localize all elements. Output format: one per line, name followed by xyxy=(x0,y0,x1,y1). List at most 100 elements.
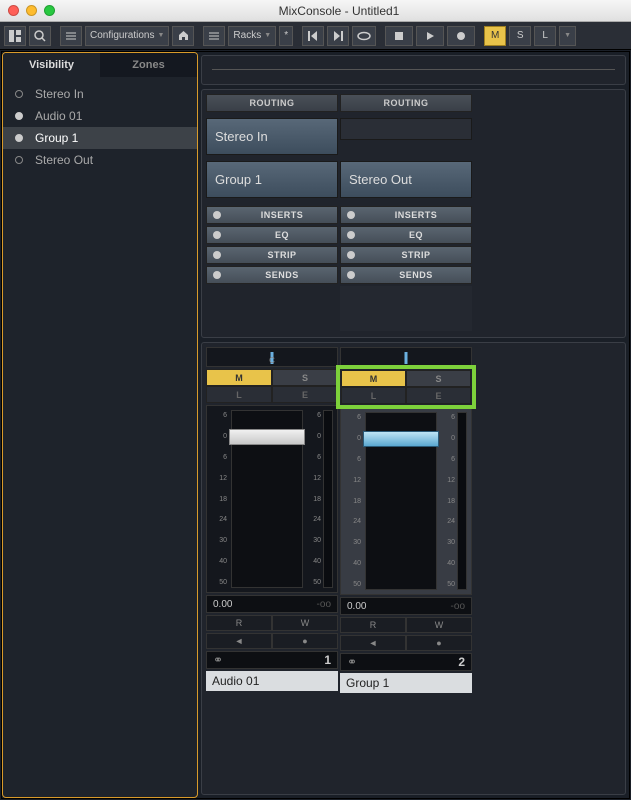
pan-control[interactable] xyxy=(340,347,472,367)
link-row[interactable]: ⚭1 xyxy=(206,651,338,669)
bypass-icon[interactable] xyxy=(213,211,221,219)
home-button[interactable] xyxy=(172,26,194,46)
meter-scale: 606121824304050 xyxy=(439,412,457,590)
routing-output[interactable]: Group 1 xyxy=(206,161,338,198)
toolbar: Configurations▼ Racks▼ * M S L ▼ xyxy=(0,22,631,50)
link-row[interactable]: ⚭2 xyxy=(340,653,472,671)
list-icon[interactable] xyxy=(60,26,82,46)
global-more[interactable]: ▼ xyxy=(559,26,576,46)
transport-play[interactable] xyxy=(416,26,444,46)
search-button[interactable] xyxy=(29,26,51,46)
window-title: MixConsole - Untitled1 xyxy=(55,4,623,18)
racks-panel: ROUTINGROUTING Stereo In Group 1Stereo O… xyxy=(201,89,626,338)
record-enable[interactable]: ● xyxy=(406,635,472,651)
read-automation[interactable]: R xyxy=(340,617,406,633)
level-meter xyxy=(323,410,333,588)
bypass-icon[interactable] xyxy=(213,271,221,279)
bypass-icon[interactable] xyxy=(347,271,355,279)
fader-scale: 606121824304050 xyxy=(345,412,363,590)
value-readout[interactable]: 0.00-oo xyxy=(340,597,472,615)
solo-button[interactable]: S xyxy=(272,369,338,386)
monitor-button[interactable]: ◄ xyxy=(206,633,272,649)
read-automation[interactable]: R xyxy=(206,615,272,631)
tab-visibility[interactable]: Visibility xyxy=(3,53,100,77)
visibility-sidebar: Visibility Zones Stereo In Audio 01 Group … xyxy=(2,52,198,798)
visibility-toggle-icon[interactable] xyxy=(15,90,23,98)
visibility-toggle-icon[interactable] xyxy=(15,112,23,120)
bypass-icon[interactable] xyxy=(347,231,355,239)
fader-scale: 606121824304050 xyxy=(211,410,229,588)
window-titlebar: MixConsole - Untitled1 xyxy=(0,0,631,22)
sidebar-item-audio-01[interactable]: Audio 01 xyxy=(3,105,197,127)
mute-button[interactable]: M xyxy=(341,370,406,387)
transport-end[interactable] xyxy=(327,26,349,46)
link-icon: ⚭ xyxy=(347,655,357,669)
mute-button[interactable]: M xyxy=(206,369,272,386)
link-icon: ⚭ xyxy=(213,653,223,667)
fader-area: 606121824304050 606121824304050 xyxy=(340,407,472,595)
racks-star[interactable]: * xyxy=(279,26,293,46)
close-icon[interactable] xyxy=(8,5,19,16)
channel-name[interactable]: Audio 01 xyxy=(206,671,338,691)
fader-handle[interactable] xyxy=(363,431,439,447)
fader-handle[interactable] xyxy=(229,429,305,445)
global-listen[interactable]: L xyxy=(534,26,556,46)
overview-panel xyxy=(201,55,626,85)
eq-header[interactable]: EQ xyxy=(206,226,338,244)
bypass-icon[interactable] xyxy=(347,251,355,259)
sends-header[interactable]: SENDS xyxy=(206,266,338,284)
pan-control[interactable]: C xyxy=(206,347,338,367)
eq-header[interactable]: EQ xyxy=(340,226,472,244)
bypass-icon[interactable] xyxy=(213,251,221,259)
monitor-button[interactable]: ◄ xyxy=(340,635,406,651)
global-solo[interactable]: S xyxy=(509,26,531,46)
fader-track[interactable] xyxy=(231,410,303,588)
write-automation[interactable]: W xyxy=(406,617,472,633)
meter-scale: 606121824304050 xyxy=(305,410,323,588)
routing-output[interactable]: Stereo Out xyxy=(340,161,472,198)
sidebar-item-stereo-in[interactable]: Stereo In xyxy=(3,83,197,105)
racks-dropdown[interactable]: Racks▼ xyxy=(228,26,276,46)
transport-start[interactable] xyxy=(302,26,324,46)
global-mute[interactable]: M xyxy=(484,26,506,46)
transport-cycle[interactable] xyxy=(352,26,376,46)
record-enable[interactable]: ● xyxy=(272,633,338,649)
sends-header[interactable]: SENDS xyxy=(340,266,472,284)
transport-record[interactable] xyxy=(447,26,475,46)
transport-stop[interactable] xyxy=(385,26,413,46)
edit-button[interactable]: E xyxy=(406,387,471,404)
fader-area: 606121824304050 606121824304050 xyxy=(206,405,338,593)
listen-button[interactable]: L xyxy=(206,386,272,403)
sidebar-item-stereo-out[interactable]: Stereo Out xyxy=(3,149,197,171)
listen-button[interactable]: L xyxy=(341,387,406,404)
bypass-icon[interactable] xyxy=(213,231,221,239)
channel-name[interactable]: Group 1 xyxy=(340,673,472,693)
inserts-header[interactable]: INSERTS xyxy=(206,206,338,224)
maximize-icon[interactable] xyxy=(44,5,55,16)
configurations-dropdown[interactable]: Configurations▼ xyxy=(85,26,169,46)
level-meter xyxy=(457,412,467,590)
routing-input[interactable] xyxy=(340,118,472,140)
routing-header: ROUTING xyxy=(206,94,338,112)
inserts-header[interactable]: INSERTS xyxy=(340,206,472,224)
routing-input[interactable]: Stereo In xyxy=(206,118,338,155)
minimize-icon[interactable] xyxy=(26,5,37,16)
write-automation[interactable]: W xyxy=(272,615,338,631)
sidebar-item-label: Stereo Out xyxy=(35,153,93,167)
bypass-icon[interactable] xyxy=(347,211,355,219)
fader-track[interactable] xyxy=(365,412,437,590)
visibility-toggle-icon[interactable] xyxy=(15,134,23,142)
strip-header[interactable]: STRIP xyxy=(206,246,338,264)
sidebar-item-label: Audio 01 xyxy=(35,109,82,123)
edit-button[interactable]: E xyxy=(272,386,338,403)
sidebar-item-group-1[interactable]: Group 1 xyxy=(3,127,197,149)
tab-zones[interactable]: Zones xyxy=(100,53,197,77)
solo-button[interactable]: S xyxy=(406,370,471,387)
value-readout[interactable]: 0.00-oo xyxy=(206,595,338,613)
mixer-panel: CMSLE6061218243040506061218243040500.00-… xyxy=(201,342,626,795)
racks-list-icon[interactable] xyxy=(203,26,225,46)
layout-button[interactable] xyxy=(4,26,26,46)
visibility-toggle-icon[interactable] xyxy=(15,156,23,164)
strip-header[interactable]: STRIP xyxy=(340,246,472,264)
sidebar-item-label: Group 1 xyxy=(35,131,78,145)
